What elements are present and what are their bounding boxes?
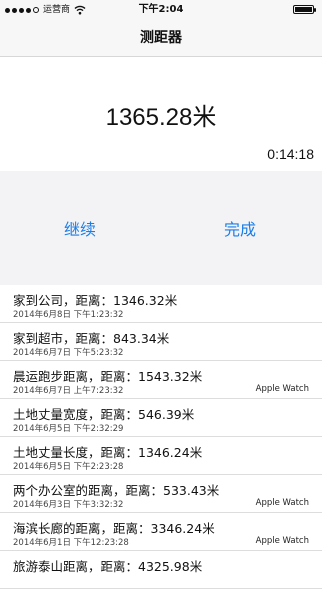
list-item-date: 2014年6月5日 下午2:23:28 [13,462,124,472]
list-item-title: 晨运跑步距离，距离：1543.32米 [13,369,203,384]
status-time: 下午2:04 [138,4,184,15]
list-item-date: 2014年6月5日 下午2:32:29 [13,424,124,434]
list-item[interactable]: 土地丈量长度，距离：1346.24米 2014年6月5日 下午2:23:28 [0,437,322,475]
list-item-title: 土地丈量宽度，距离：546.39米 [13,407,195,422]
list-item-title: 旅游泰山距离，距离：4325.98米 [13,559,203,574]
list-item-title: 海滨长廊的距离，距离：3346.24米 [13,521,215,536]
navigation-bar: 测距器 [0,20,322,57]
list-item-source: Apple Watch [255,498,309,508]
list-item-date: 2014年6月8日 下午1:23:32 [13,310,124,320]
battery-icon [293,5,316,14]
list-item-date: 2014年6月7日 下午5:23:32 [13,348,124,358]
continue-button[interactable]: 继续 [64,216,96,240]
history-list: 家到公司，距离：1346.32米 2014年6月8日 下午1:23:32 家到超… [0,285,322,589]
distance-readout-panel: 1365.28米 0:14:18 [0,57,322,171]
status-bar: 运营商 下午2:04 [0,0,322,20]
page-title: 测距器 [140,30,182,46]
list-item[interactable]: 两个办公室的距离，距离：533.43米 2014年6月3日 下午3:32:32 … [0,475,322,513]
list-item[interactable]: 家到公司，距离：1346.32米 2014年6月8日 下午1:23:32 [0,285,322,323]
list-item[interactable]: 旅游泰山距离，距离：4325.98米 [0,551,322,589]
done-button[interactable]: 完成 [224,216,256,240]
elapsed-time: 0:14:18 [267,146,314,162]
list-item[interactable]: 家到超市，距离：843.34米 2014年6月7日 下午5:23:32 [0,323,322,361]
list-item-source: Apple Watch [255,384,309,394]
list-item-title: 家到超市，距离：843.34米 [13,331,170,346]
list-item-source: Apple Watch [255,536,309,546]
action-area: 继续 完成 [0,171,322,271]
list-item[interactable]: 晨运跑步距离，距离：1543.32米 2014年6月7日 上午7:23:32 A… [0,361,322,399]
list-item-title: 家到公司，距离：1346.32米 [13,293,178,308]
list-item-date: 2014年6月7日 上午7:23:32 [13,386,124,396]
list-item-date: 2014年6月1日 下午12:23:28 [13,538,129,548]
current-distance: 1365.28米 [105,104,217,131]
list-item-title: 两个办公室的距离，距离：533.43米 [13,483,220,498]
list-item-date: 2014年6月3日 下午3:32:32 [13,500,124,510]
list-item[interactable]: 海滨长廊的距离，距离：3346.24米 2014年6月1日 下午12:23:28… [0,513,322,551]
list-item-title: 土地丈量长度，距离：1346.24米 [13,445,203,460]
list-item[interactable]: 土地丈量宽度，距离：546.39米 2014年6月5日 下午2:32:29 [0,399,322,437]
